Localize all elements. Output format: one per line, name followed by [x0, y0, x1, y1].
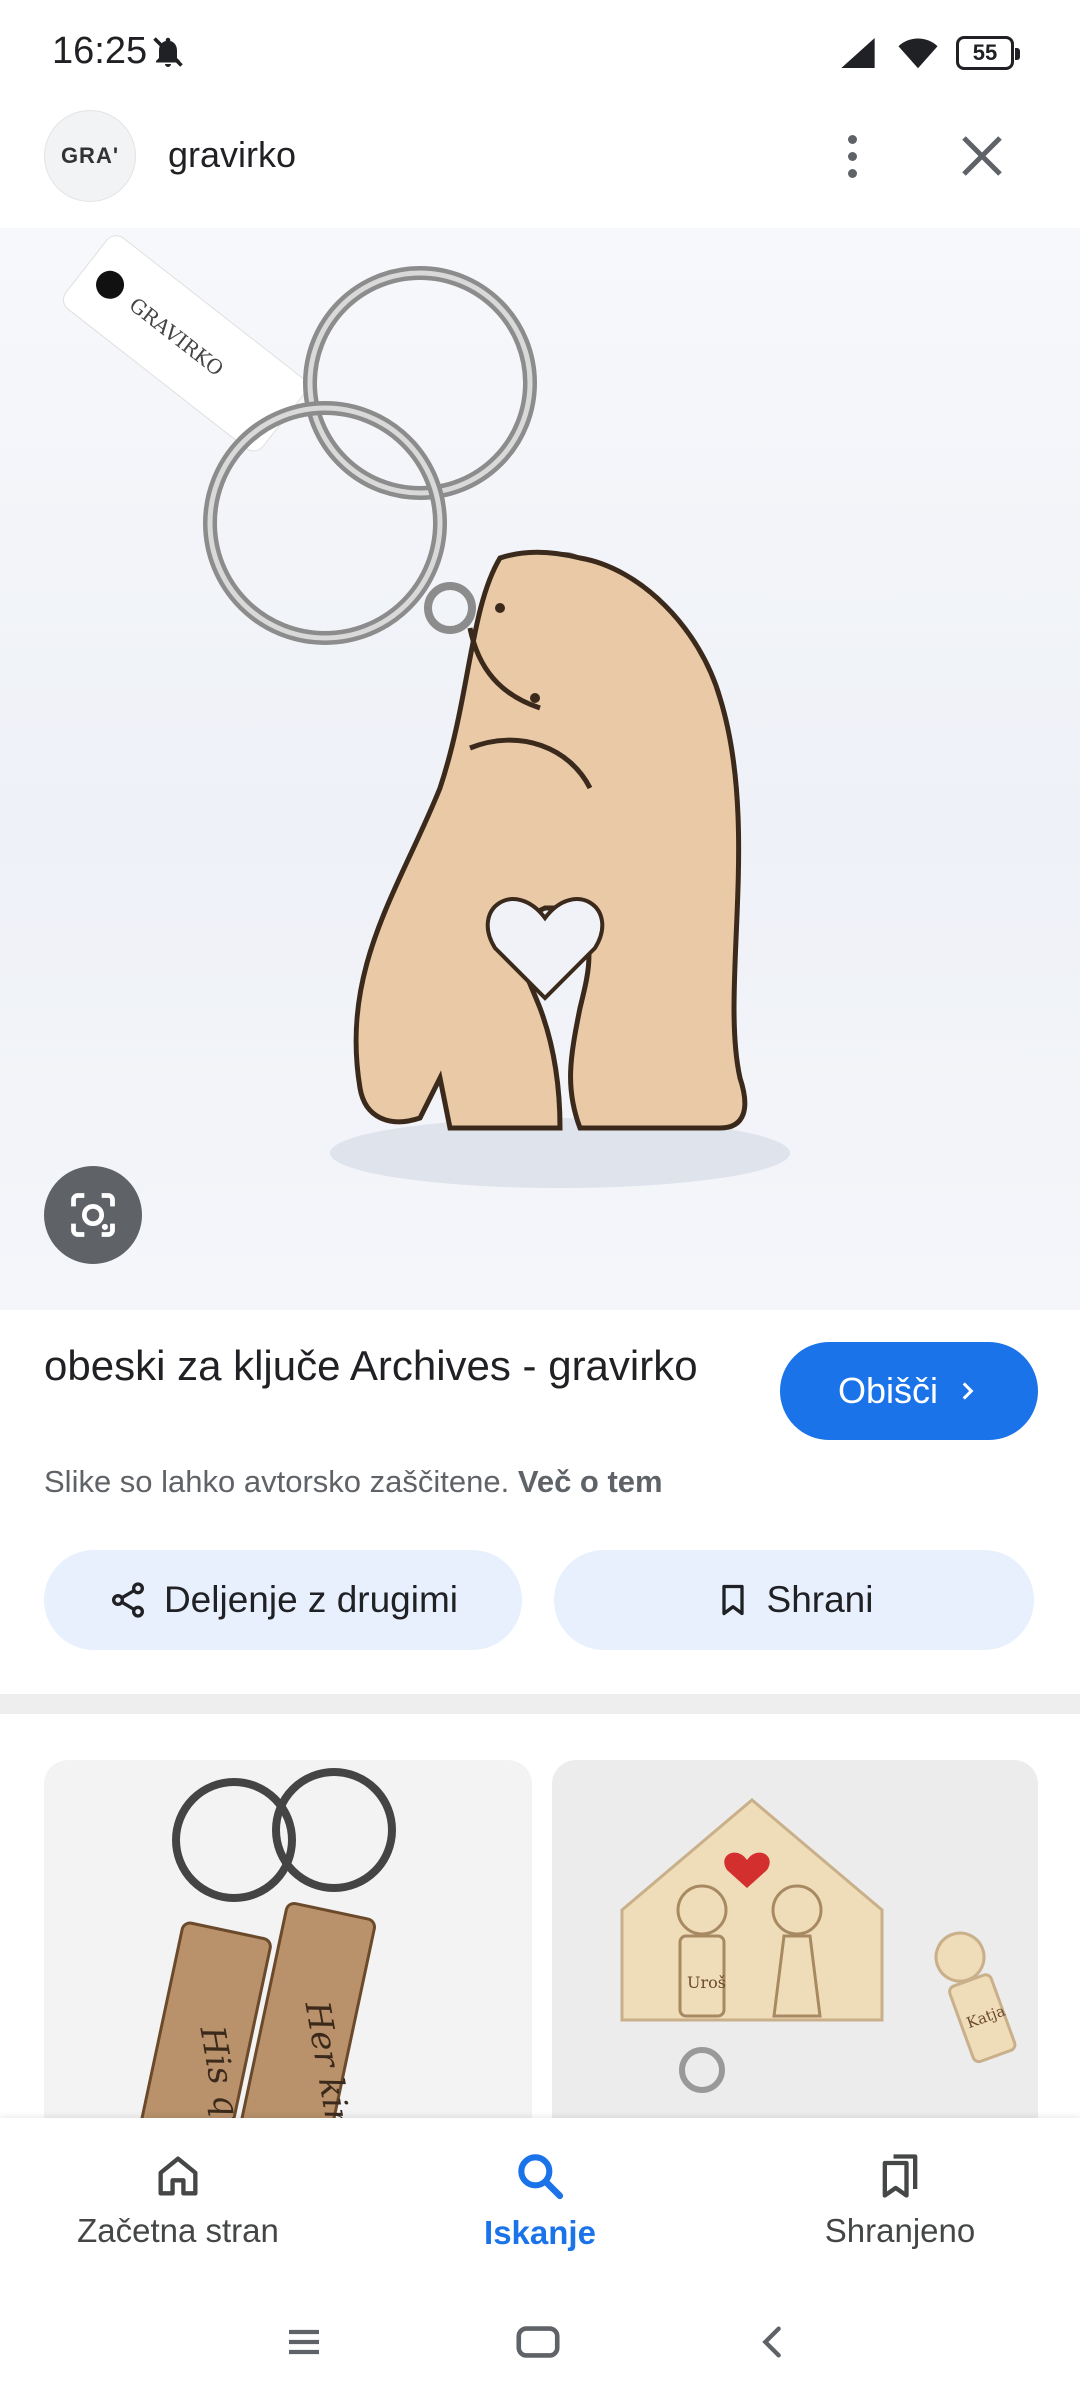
lens-icon — [71, 1193, 115, 1237]
chevron-right-icon — [962, 1382, 974, 1400]
nav-search-label: Iskanje — [484, 2214, 596, 2251]
back-button[interactable] — [740, 2310, 804, 2374]
square-icon — [516, 2326, 560, 2358]
close-icon[interactable] — [950, 124, 1014, 188]
home-icon — [158, 2156, 198, 2196]
related-image-keychains: His queen Her king — [133, 1768, 396, 2120]
more-vert-icon — [847, 134, 857, 144]
share-button-label: Deljenje z drugimi — [163, 1579, 459, 1620]
battery-level: 55 — [972, 40, 998, 65]
bookmarks-icon — [882, 2154, 918, 2198]
recents-button[interactable] — [272, 2310, 336, 2374]
keychain-image: GRAVIRKO — [63, 235, 790, 1188]
result-title[interactable]: obeski za ključe Archives - gravirko — [44, 1338, 744, 1394]
section-divider — [0, 1694, 1080, 1714]
share-icon — [111, 1582, 144, 1618]
result-image[interactable]: GRAVIRKO — [0, 228, 1080, 1310]
nav-home-label: Začetna stran — [77, 2212, 279, 2249]
svg-text:Uroš: Uroš — [687, 1973, 726, 1992]
result-header: GRA' gravirko — [0, 110, 1080, 228]
bell-muted-icon — [153, 37, 183, 67]
nav-home[interactable]: Začetna stran — [28, 2118, 328, 2282]
copyright-text: Slike so lahko avtorsko zaščitene. — [44, 1464, 510, 1499]
home-system-button[interactable] — [506, 2310, 570, 2374]
battery-icon: 55 — [956, 36, 1020, 70]
system-navigation-bar — [0, 2282, 1080, 2400]
status-bar: 16:25 55 — [0, 0, 1080, 110]
related-image[interactable]: His queen Her king — [44, 1760, 532, 2120]
site-name[interactable]: gravirko — [168, 134, 296, 176]
copyright-notice: Slike so lahko avtorsko zaščitene. Več o… — [44, 1464, 663, 1500]
share-button[interactable]: Deljenje z drugimi — [44, 1550, 522, 1650]
save-button-label: Shrani — [766, 1579, 874, 1620]
learn-more-link[interactable]: Več o tem — [518, 1464, 663, 1499]
nav-search[interactable]: Iskanje — [390, 2118, 690, 2282]
site-logo[interactable]: GRA' — [44, 110, 136, 202]
visit-button-label: Obišči — [837, 1370, 939, 1411]
related-image-key-holder: Uroš Katja — [620, 1798, 1017, 2093]
wifi-icon — [898, 38, 938, 69]
site-logo-text: GRA' — [60, 143, 120, 168]
related-image[interactable]: Uroš Katja — [552, 1760, 1038, 2120]
visit-button[interactable]: Obišči — [780, 1342, 1038, 1440]
more-options-button[interactable] — [820, 124, 884, 188]
search-icon — [518, 2154, 564, 2200]
save-button[interactable]: Shrani — [554, 1550, 1034, 1650]
lens-button[interactable] — [44, 1166, 142, 1264]
nav-saved[interactable]: Shranjeno — [750, 2118, 1050, 2282]
nav-saved-label: Shranjeno — [824, 2212, 976, 2249]
signal-icon — [841, 38, 875, 68]
bottom-navigation: Začetna stran Iskanje Shranjeno — [0, 2118, 1080, 2282]
menu-icon — [289, 2329, 319, 2355]
back-icon — [762, 2326, 781, 2358]
status-time: 16:25 — [52, 30, 148, 72]
bookmark-icon — [721, 1584, 744, 1616]
